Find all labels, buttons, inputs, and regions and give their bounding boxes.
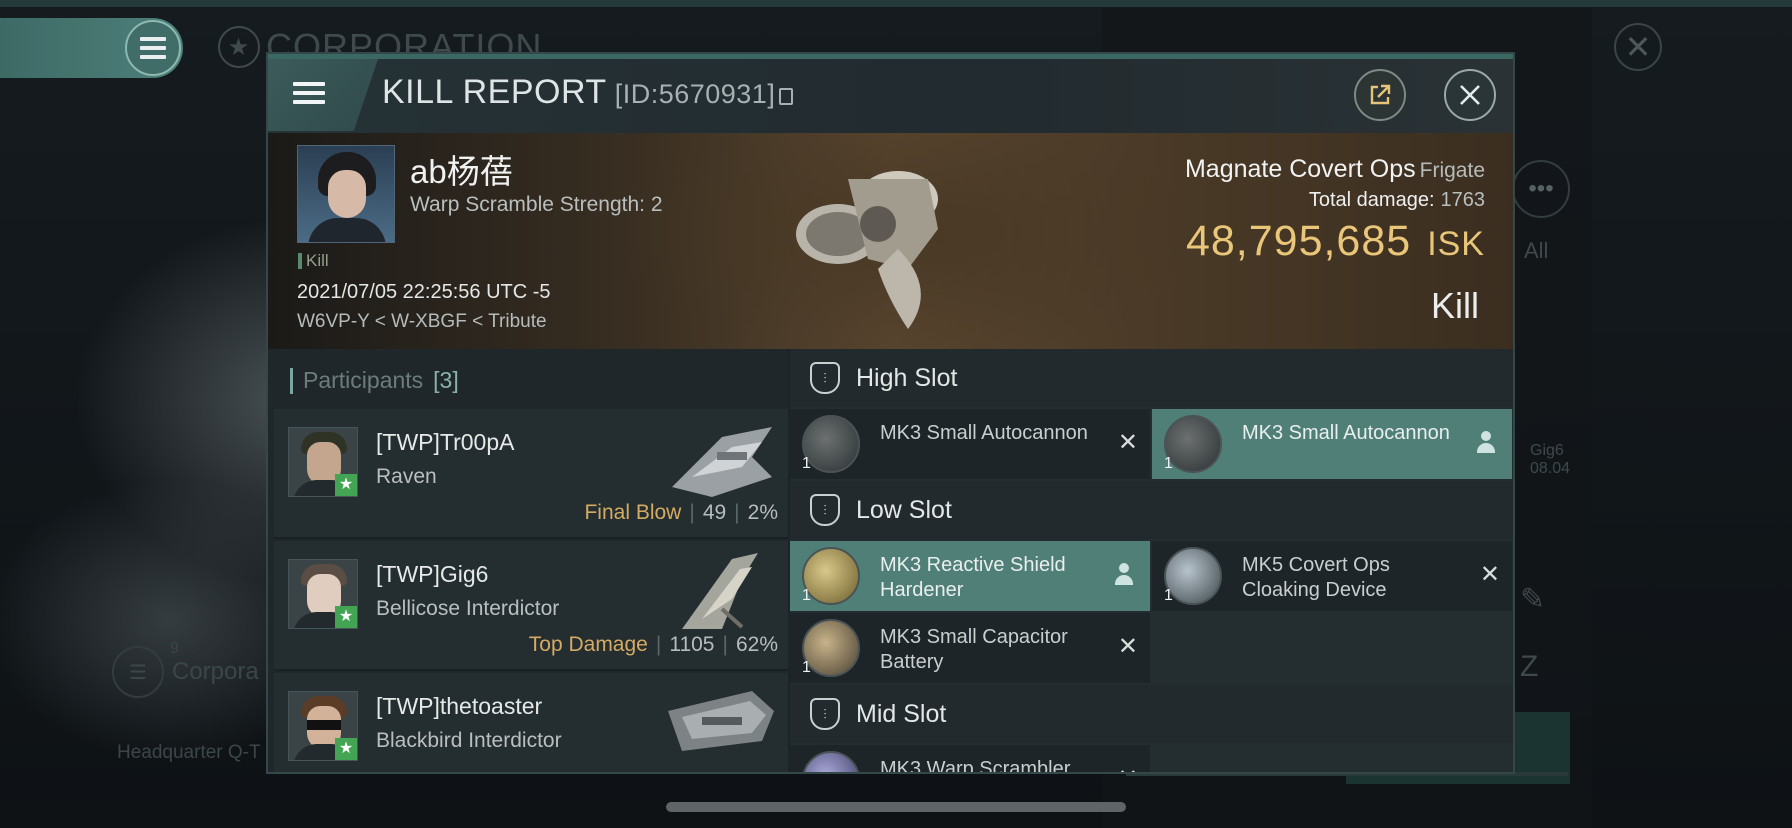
low-slot-icon: ⫶ — [810, 494, 840, 526]
low-slot-header: ⫶ Low Slot — [790, 481, 1513, 539]
star-icon: ★ — [218, 26, 260, 68]
background-corp-entry[interactable]: ☰ 9 Corpora — [112, 640, 259, 698]
module-item[interactable]: 1 MK3 Small Autocannon ✕ — [790, 409, 1150, 479]
participant-name: [TWP]thetoaster — [376, 693, 543, 719]
modal-header: KILL REPORT [ID:5670931] — [268, 59, 1513, 133]
module-item[interactable]: 1 MK5 Covert Ops Cloaking Device ✕ — [1152, 541, 1512, 611]
modal-menu-button[interactable] — [268, 59, 378, 131]
kill-report-modal: KILL REPORT [ID:5670931] ab杨蓓 Warp Scramb… — [266, 52, 1515, 774]
module-item[interactable]: 1 MK3 Small Autocannon — [1152, 409, 1512, 479]
sunglasses — [307, 720, 341, 730]
participant-ship-image — [672, 427, 772, 497]
destroyed-icon: ✕ — [1118, 767, 1138, 773]
participant-name: [TWP]Gig6 — [376, 561, 489, 587]
share-icon — [1370, 84, 1391, 105]
background-menu-button[interactable] — [0, 18, 183, 78]
star-icon: ★ — [335, 606, 357, 628]
kill-location[interactable]: W6VP-Y < W-XBGF < Tribute — [297, 311, 547, 333]
participant-ship: Raven — [376, 465, 437, 488]
dropped-icon — [1476, 431, 1496, 455]
background-filter-all[interactable]: All — [1524, 238, 1548, 264]
destroyed-icon: ✕ — [1117, 633, 1138, 660]
participant-name: [TWP]Tr00pA — [376, 429, 515, 455]
participant-ship: Bellicose Interdictor — [376, 597, 560, 620]
kill-tag: Kill — [298, 251, 329, 271]
copy-icon[interactable] — [779, 88, 794, 105]
total-damage: Total damage: 1763 — [1308, 189, 1485, 211]
participant-avatar: ★ — [288, 427, 358, 497]
close-icon — [1460, 85, 1480, 105]
ship-class: Frigate — [1419, 159, 1485, 182]
mid-slot-header: ⫶ Mid Slot — [790, 685, 1513, 743]
background-close-icon[interactable]: ✕ — [1614, 23, 1662, 71]
participant-ship-image — [682, 553, 758, 629]
fittings-panel: ⫶ High Slot 1 MK3 Small Autocannon ✕ 1 M… — [790, 349, 1513, 773]
close-button[interactable] — [1444, 69, 1496, 121]
high-slot-icon: ⫶ — [810, 362, 840, 394]
isk-value: 48,795,685 ISK — [1185, 217, 1485, 265]
participant-avatar: ★ — [288, 691, 358, 761]
background-side-entry: Gig6 08.04 — [1530, 442, 1571, 477]
list-icon: ☰ — [112, 646, 164, 698]
home-indicator[interactable] — [666, 802, 1126, 812]
victim-name[interactable]: ab杨蓓 — [410, 145, 513, 193]
dropped-icon — [1114, 563, 1134, 587]
participant-stats: Top Damage | 1105 | 62% — [528, 633, 778, 656]
module-item[interactable]: MK3 Warp Scrambler ✕ — [790, 745, 1150, 773]
edit-icon[interactable]: ✎ — [1520, 582, 1545, 617]
background-headquarter: Headquarter Q-T — [117, 742, 261, 763]
mid-slot-icon: ⫶ — [810, 698, 840, 730]
participant-avatar: ★ — [288, 559, 358, 629]
victim-avatar[interactable] — [297, 145, 395, 243]
module-item[interactable]: 1 MK3 Small Capacitor Battery ✕ — [790, 613, 1150, 683]
destroyed-icon: ✕ — [1479, 561, 1500, 588]
destroyed-icon: ✕ — [1117, 429, 1138, 456]
sort-icon[interactable]: Z — [1520, 650, 1538, 684]
kill-id: [ID:5670931] — [614, 79, 776, 109]
menu-icon — [293, 82, 325, 104]
result-label: Kill — [1430, 285, 1479, 326]
menu-icon — [125, 20, 181, 76]
module-item[interactable]: 1 MK3 Reactive Shield Hardener — [790, 541, 1150, 611]
high-slot-header: ⫶ High Slot — [790, 349, 1513, 407]
star-icon: ★ — [335, 474, 357, 496]
modal-title: KILL REPORT [ID:5670931] — [382, 73, 794, 112]
participant-row[interactable]: ★ [TWP]thetoaster Blackbird Interdictor — [274, 673, 788, 772]
participant-stats: Final Blow | 49 | 2% — [584, 501, 778, 524]
isk-unit: ISK — [1427, 225, 1485, 263]
more-options-icon[interactable]: ••• — [1512, 160, 1570, 218]
participant-ship-image — [668, 691, 774, 751]
star-icon: ★ — [335, 738, 357, 760]
participant-row[interactable]: ★ [TWP]Gig6 Bellicose Interdictor Top Da… — [274, 541, 788, 671]
victim-ship-name[interactable]: Magnate Covert Ops Frigate — [1185, 155, 1485, 184]
participants-panel: Participants [3] ★ [TWP]Tr00pA Raven Fina… — [268, 349, 788, 772]
warp-scramble-strength: Warp Scramble Strength: 2 — [410, 193, 663, 216]
kill-datetime: 2021/07/05 22:25:56 UTC -5 — [297, 281, 551, 303]
top-edge-bar — [0, 0, 1792, 7]
participant-row[interactable]: ★ [TWP]Tr00pA Raven Final Blow | 49 | 2% — [274, 409, 788, 539]
victim-ship-image[interactable] — [778, 139, 968, 339]
participant-ship: Blackbird Interdictor — [376, 729, 562, 752]
warp-scrambler-icon — [802, 751, 860, 772]
victim-banner: ab杨蓓 Warp Scramble Strength: 2 Kill 2021… — [268, 133, 1513, 349]
share-button[interactable] — [1354, 69, 1406, 121]
participants-header: Participants [3] — [290, 367, 459, 394]
